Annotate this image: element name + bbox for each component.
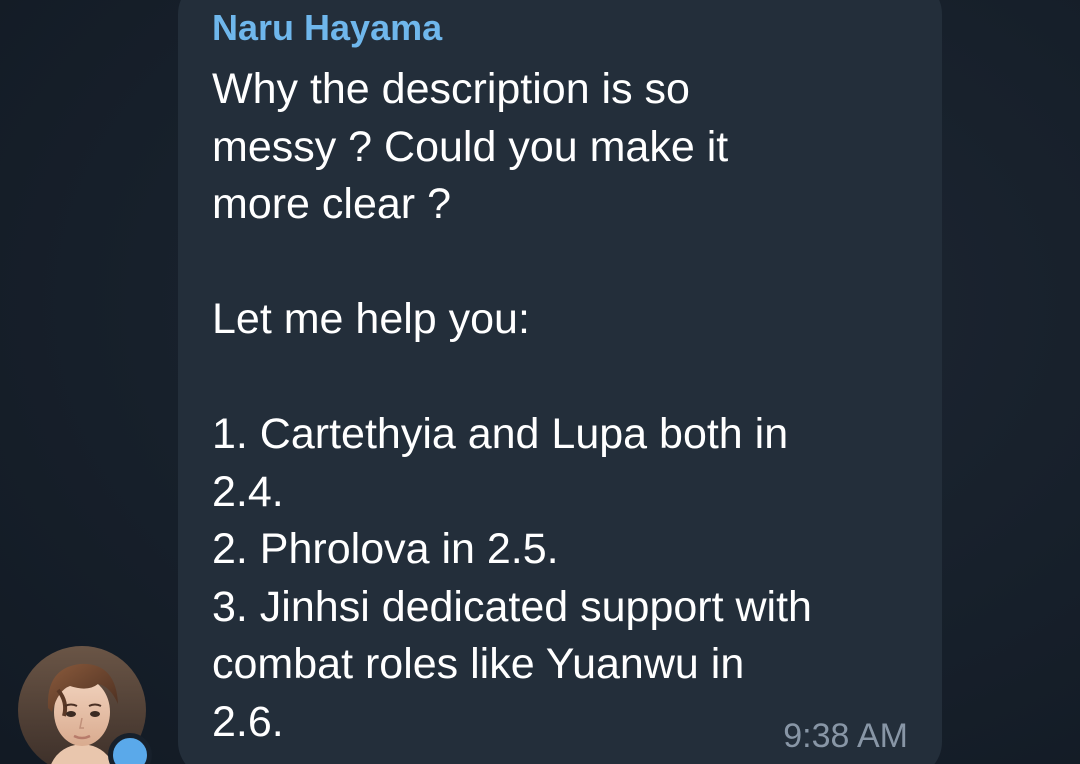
message-text: Why the description is so messy ? Could … xyxy=(212,61,912,751)
message-line xyxy=(212,234,912,292)
message-line: 2.4. xyxy=(212,467,284,516)
message-line xyxy=(212,349,912,407)
message-line: combat roles like Yuanwu in xyxy=(212,640,745,688)
message-line: more clear ? xyxy=(212,180,451,228)
message-line: 3. Jinhsi dedicated support with xyxy=(212,582,812,631)
message-line: Why the description is so xyxy=(212,65,690,113)
message-timestamp: 9:38 AM xyxy=(783,717,908,755)
sender-name[interactable]: Naru Hayama xyxy=(212,7,442,49)
message-line: messy ? Could you make it xyxy=(212,122,729,171)
message-line: 2. Phrolova in 2.5. xyxy=(212,525,559,573)
chat-area[interactable]: Naru Hayama Why the description is so me… xyxy=(0,0,1080,764)
online-status-icon xyxy=(108,733,152,764)
message-line: 1. Cartethyia and Lupa both in xyxy=(212,410,789,458)
message-line: Let me help you: xyxy=(212,295,530,343)
